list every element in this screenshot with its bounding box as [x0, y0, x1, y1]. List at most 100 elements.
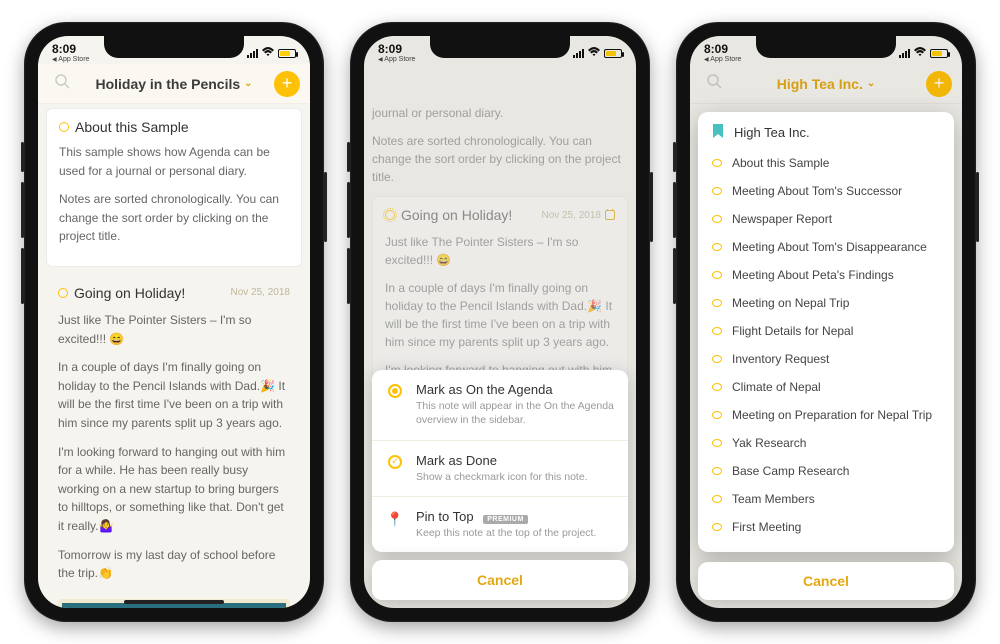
jump-item-label: Inventory Request: [732, 352, 829, 366]
nav-bar: Holiday in the Pencils ⌄ +: [38, 64, 310, 104]
wifi-icon: [913, 47, 927, 60]
bookmark-icon: [712, 124, 724, 141]
card-text: This sample shows how Agenda can be used…: [59, 143, 289, 180]
note-date: Nov 25, 2018: [542, 210, 616, 221]
cellular-icon: [899, 49, 910, 58]
jump-list-item[interactable]: Team Members: [698, 485, 954, 513]
note-marker-icon: [58, 288, 68, 298]
jump-list-item[interactable]: Climate of Nepal: [698, 373, 954, 401]
nav-title[interactable]: High Tea Inc. ⌄: [777, 76, 875, 92]
screen-3: 8:09 App Store High Tea Inc. ⌄ + About t: [690, 36, 962, 608]
calendar-icon: [605, 210, 615, 220]
content-scroll[interactable]: About this Sample This sample shows how …: [38, 104, 310, 608]
screen-1: 8:09 App Store Holiday in the Pencils ⌄ …: [38, 36, 310, 608]
search-icon[interactable]: [48, 73, 76, 94]
nav-bar: High Tea Inc. ⌄ +: [690, 64, 962, 104]
jump-list-item[interactable]: Inventory Request: [698, 345, 954, 373]
action-mark-agenda[interactable]: Mark as On the Agenda This note will app…: [372, 370, 628, 440]
note-marker-icon: [712, 243, 722, 251]
action-sheet: Mark as On the Agenda This note will app…: [372, 370, 628, 600]
notch: [430, 36, 570, 58]
agenda-marker-icon: [385, 210, 395, 220]
notch: [756, 36, 896, 58]
note-marker-icon: [712, 383, 722, 391]
agenda-dot-icon: [388, 384, 402, 398]
battery-icon: [278, 49, 296, 58]
jump-list-item[interactable]: First Meeting: [698, 513, 954, 541]
card-text: Notes are sorted chronologically. You ca…: [59, 190, 289, 246]
jump-list-item[interactable]: Meeting on Preparation for Nepal Trip: [698, 401, 954, 429]
jump-list-item[interactable]: Meeting on Nepal Trip: [698, 289, 954, 317]
chevron-down-icon: ⌄: [244, 78, 252, 89]
battery-icon: [930, 49, 948, 58]
nav-title[interactable]: Holiday in the Pencils ⌄: [95, 76, 252, 92]
jump-item-label: Meeting About Tom's Successor: [732, 184, 902, 198]
back-breadcrumb[interactable]: App Store: [52, 56, 89, 63]
jump-list-item[interactable]: Yak Research: [698, 429, 954, 457]
premium-badge: PREMIUM: [483, 515, 528, 524]
note-marker-icon: [712, 523, 722, 531]
clock: 8:09: [52, 43, 89, 55]
jump-item-label: Newspaper Report: [732, 212, 832, 226]
notch: [104, 36, 244, 58]
cellular-icon: [247, 49, 258, 58]
jump-list-item[interactable]: About this Sample: [698, 149, 954, 177]
note-marker-icon: [712, 467, 722, 475]
phone-frame-1: 8:09 App Store Holiday in the Pencils ⌄ …: [24, 22, 324, 622]
phone-frame-2: 8:09 App Store journal or personal diary…: [350, 22, 650, 622]
jump-list-item[interactable]: Flight Details for Nepal: [698, 317, 954, 345]
jump-item-label: Flight Details for Nepal: [732, 324, 853, 338]
pin-icon: 📍: [386, 511, 403, 528]
note-marker-icon: [712, 187, 722, 195]
note-marker-icon: [712, 271, 722, 279]
jump-item-label: Base Camp Research: [732, 464, 849, 478]
jump-sheet-header: High Tea Inc.: [698, 116, 954, 149]
note-marker-icon: [712, 439, 722, 447]
card-title: About this Sample: [59, 119, 289, 135]
back-breadcrumb[interactable]: App Store: [704, 56, 741, 63]
checkmark-circle-icon: ✓: [388, 455, 402, 469]
wifi-icon: [261, 47, 275, 60]
action-pin-top[interactable]: 📍 Pin to Top PREMIUM Keep this note at t…: [372, 497, 628, 552]
note-marker-icon: [712, 299, 722, 307]
note-paragraph: In a couple of days I'm finally going on…: [58, 358, 290, 432]
jump-list-item[interactable]: Meeting About Tom's Successor: [698, 177, 954, 205]
home-indicator[interactable]: [124, 600, 224, 604]
wifi-icon: [587, 47, 601, 60]
clock: 8:09: [704, 43, 741, 55]
add-button[interactable]: +: [274, 71, 300, 97]
screen-2: 8:09 App Store journal or personal diary…: [364, 36, 636, 608]
note-marker-icon: [712, 327, 722, 335]
note-paragraph: Tomorrow is my last day of school before…: [58, 546, 290, 583]
jump-item-label: Climate of Nepal: [732, 380, 821, 394]
jump-list-item[interactable]: Newspaper Report: [698, 205, 954, 233]
action-mark-done[interactable]: ✓ Mark as Done Show a checkmark icon for…: [372, 441, 628, 497]
note-date[interactable]: Nov 25, 2018: [231, 287, 291, 298]
search-icon[interactable]: [700, 73, 728, 94]
jump-item-label: Meeting on Nepal Trip: [732, 296, 849, 310]
note-title: Going on Holiday!: [74, 285, 185, 301]
jump-item-label: Yak Research: [732, 436, 806, 450]
about-card[interactable]: About this Sample This sample shows how …: [46, 108, 302, 267]
note-marker-icon: [712, 495, 722, 503]
note-marker-icon: [59, 122, 69, 132]
note-marker-icon: [712, 215, 722, 223]
note-paragraph: Just like The Pointer Sisters – I'm so e…: [58, 311, 290, 348]
jump-item-label: Meeting on Preparation for Nepal Trip: [732, 408, 932, 422]
jump-list-item[interactable]: Meeting About Peta's Findings: [698, 261, 954, 289]
phone-frame-3: 8:09 App Store High Tea Inc. ⌄ + About t: [676, 22, 976, 622]
add-button[interactable]: +: [926, 71, 952, 97]
jump-list-item[interactable]: Base Camp Research: [698, 457, 954, 485]
cancel-button[interactable]: Cancel: [698, 562, 954, 600]
cancel-button[interactable]: Cancel: [372, 560, 628, 600]
jump-list-item[interactable]: Meeting About Tom's Disappearance: [698, 233, 954, 261]
jump-item-label: Team Members: [732, 492, 815, 506]
note-card[interactable]: Going on Holiday! Nov 25, 2018 Just like…: [46, 277, 302, 608]
jump-item-label: Meeting About Peta's Findings: [732, 268, 894, 282]
project-jump-sheet: High Tea Inc. About this Sample Meeting A…: [698, 112, 954, 552]
battery-icon: [604, 49, 622, 58]
jump-item-label: First Meeting: [732, 520, 801, 534]
note-paragraph: I'm looking forward to hanging out with …: [58, 443, 290, 536]
back-breadcrumb[interactable]: App Store: [378, 56, 415, 63]
note-marker-icon: [712, 355, 722, 363]
